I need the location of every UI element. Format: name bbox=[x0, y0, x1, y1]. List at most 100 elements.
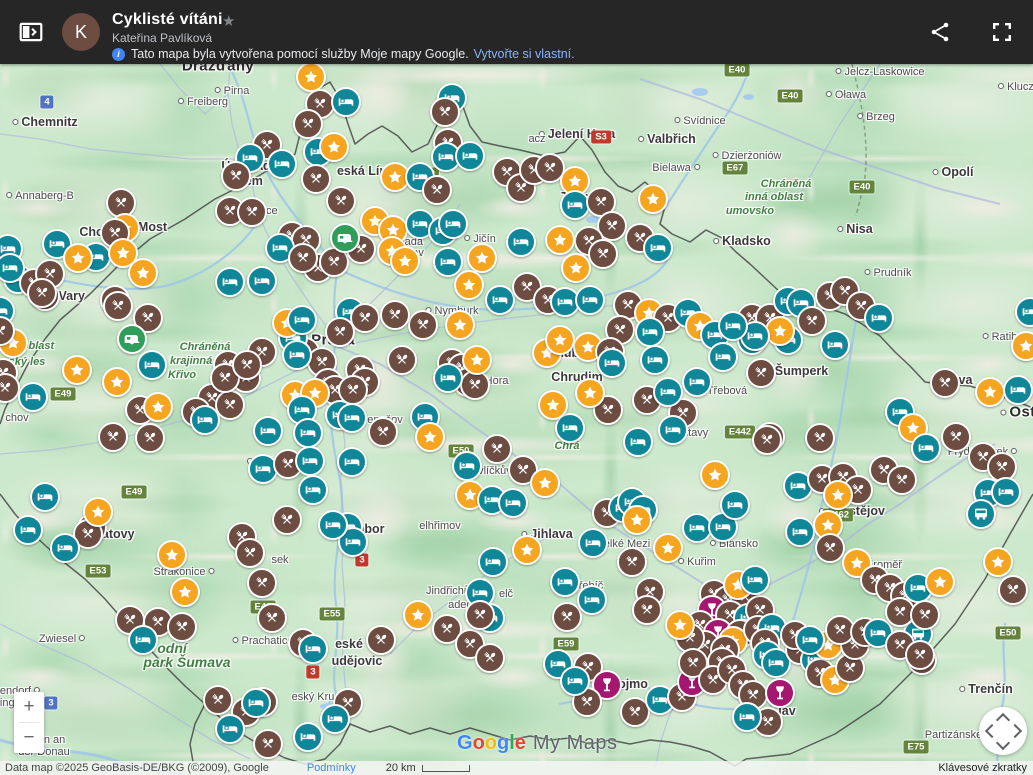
map-marker-lodging[interactable] bbox=[718, 311, 748, 341]
map-marker-lodging[interactable] bbox=[253, 416, 283, 446]
map-marker-lodging[interactable] bbox=[785, 517, 815, 547]
map-marker-restaurant[interactable] bbox=[930, 368, 960, 398]
map-marker-lodging[interactable] bbox=[478, 547, 508, 577]
map-marker-restaurant[interactable] bbox=[301, 164, 331, 194]
map-marker-lodging[interactable] bbox=[455, 141, 485, 171]
map-marker-star[interactable] bbox=[390, 246, 420, 276]
map-marker-star[interactable] bbox=[63, 243, 93, 273]
map-marker-lodging[interactable] bbox=[50, 533, 80, 563]
zoom-in-button[interactable]: + bbox=[14, 692, 44, 722]
map-marker-star[interactable] bbox=[700, 460, 730, 490]
terms-link[interactable]: Podmínky bbox=[307, 762, 356, 774]
map-marker-lodging[interactable] bbox=[190, 405, 220, 435]
map-marker-lodging[interactable] bbox=[643, 233, 673, 263]
map-marker-lodging[interactable] bbox=[247, 266, 277, 296]
map-marker-lodging[interactable] bbox=[640, 345, 670, 375]
map-marker-restaurant[interactable] bbox=[326, 186, 356, 216]
map-marker-lodging[interactable] bbox=[623, 427, 653, 457]
map-marker-lodging[interactable] bbox=[320, 704, 350, 734]
map-marker-star[interactable] bbox=[512, 535, 542, 565]
map-marker-star[interactable] bbox=[62, 355, 92, 385]
map-marker-restaurant[interactable] bbox=[465, 600, 495, 630]
map-marker-restaurant[interactable] bbox=[998, 575, 1028, 605]
map-marker-restaurant[interactable] bbox=[617, 547, 647, 577]
map-marker-star[interactable] bbox=[445, 310, 475, 340]
map-marker-lodging[interactable] bbox=[452, 451, 482, 481]
map-marker-bus[interactable] bbox=[966, 499, 996, 529]
keyboard-shortcuts-button[interactable]: Klávesové zkratky bbox=[938, 762, 1027, 774]
map-canvas[interactable]: ChemnitzFreibergPirnaDrážďanyAnnaberg-BJ… bbox=[0, 64, 1033, 775]
map-marker-star[interactable] bbox=[538, 390, 568, 420]
map-marker-star[interactable] bbox=[665, 610, 695, 640]
map-marker-lodging[interactable] bbox=[287, 305, 317, 335]
map-marker-lodging[interactable] bbox=[293, 722, 323, 752]
map-marker-star[interactable] bbox=[102, 367, 132, 397]
map-marker-star[interactable] bbox=[530, 468, 560, 498]
map-marker-lodging[interactable] bbox=[215, 267, 245, 297]
map-marker-winery[interactable] bbox=[765, 678, 795, 708]
map-marker-restaurant[interactable] bbox=[237, 197, 267, 227]
map-marker-restaurant[interactable] bbox=[368, 417, 398, 447]
map-marker-lodging[interactable] bbox=[298, 634, 328, 664]
map-marker-restaurant[interactable] bbox=[805, 423, 835, 453]
map-marker-lodging[interactable] bbox=[635, 317, 665, 347]
map-marker-camping[interactable] bbox=[117, 324, 147, 354]
map-marker-lodging[interactable] bbox=[578, 528, 608, 558]
map-marker-restaurant[interactable] bbox=[257, 603, 287, 633]
map-marker-restaurant[interactable] bbox=[815, 533, 845, 563]
pan-control[interactable] bbox=[979, 707, 1027, 755]
map-marker-restaurant[interactable] bbox=[941, 422, 971, 452]
map-marker-star[interactable] bbox=[454, 270, 484, 300]
create-own-map-link[interactable]: Vytvořte si vlastní. bbox=[474, 47, 575, 61]
map-marker-star[interactable] bbox=[462, 345, 492, 375]
map-marker-restaurant[interactable] bbox=[253, 729, 283, 759]
map-marker-restaurant[interactable] bbox=[632, 595, 662, 625]
map-marker-star[interactable] bbox=[575, 378, 605, 408]
favorite-star-icon[interactable]: ★ bbox=[222, 12, 235, 30]
map-marker-star[interactable] bbox=[823, 480, 853, 510]
map-marker-lodging[interactable] bbox=[1003, 375, 1033, 405]
map-marker-lodging[interactable] bbox=[282, 340, 312, 370]
map-marker-lodging[interactable] bbox=[506, 227, 536, 257]
map-marker-star[interactable] bbox=[143, 392, 173, 422]
map-marker-star[interactable] bbox=[653, 533, 683, 563]
map-marker-lodging[interactable] bbox=[438, 209, 468, 239]
map-marker-restaurant[interactable] bbox=[380, 300, 410, 330]
map-marker-lodging[interactable] bbox=[30, 482, 60, 512]
map-marker-restaurant[interactable] bbox=[910, 600, 940, 630]
map-marker-lodging[interactable] bbox=[864, 303, 894, 333]
map-marker-star[interactable] bbox=[975, 377, 1005, 407]
map-marker-star[interactable] bbox=[1011, 331, 1033, 361]
map-marker-lodging[interactable] bbox=[498, 488, 528, 518]
map-marker-lodging[interactable] bbox=[658, 415, 688, 445]
map-marker-lodging[interactable] bbox=[128, 625, 158, 655]
map-marker-restaurant[interactable] bbox=[905, 640, 935, 670]
map-marker-lodging[interactable] bbox=[682, 367, 712, 397]
map-marker-restaurant[interactable] bbox=[232, 350, 262, 380]
map-marker-star[interactable] bbox=[128, 258, 158, 288]
map-marker-restaurant[interactable] bbox=[235, 538, 265, 568]
map-marker-lodging[interactable] bbox=[337, 447, 367, 477]
map-marker-lodging[interactable] bbox=[575, 285, 605, 315]
map-marker-restaurant[interactable] bbox=[887, 465, 917, 495]
map-marker-lodging[interactable] bbox=[653, 377, 683, 407]
map-marker-restaurant[interactable] bbox=[387, 345, 417, 375]
map-marker-star[interactable] bbox=[403, 600, 433, 630]
map-marker-lodging[interactable] bbox=[740, 565, 770, 595]
map-marker-lodging[interactable] bbox=[267, 149, 297, 179]
map-marker-restaurant[interactable] bbox=[272, 505, 302, 535]
map-marker-star[interactable] bbox=[319, 132, 349, 162]
map-marker-star[interactable] bbox=[545, 325, 575, 355]
map-marker-lodging[interactable] bbox=[550, 567, 580, 597]
map-marker-lodging[interactable] bbox=[732, 702, 762, 732]
map-marker-star[interactable] bbox=[467, 243, 497, 273]
map-marker-lodging[interactable] bbox=[293, 418, 323, 448]
map-marker-restaurant[interactable] bbox=[475, 643, 505, 673]
map-marker-restaurant[interactable] bbox=[588, 239, 618, 269]
zoom-out-button[interactable]: − bbox=[14, 723, 44, 753]
map-marker-camping[interactable] bbox=[330, 223, 360, 253]
map-marker-restaurant[interactable] bbox=[27, 278, 57, 308]
map-marker-star[interactable] bbox=[545, 225, 575, 255]
map-marker-lodging[interactable] bbox=[137, 350, 167, 380]
map-marker-restaurant[interactable] bbox=[408, 310, 438, 340]
